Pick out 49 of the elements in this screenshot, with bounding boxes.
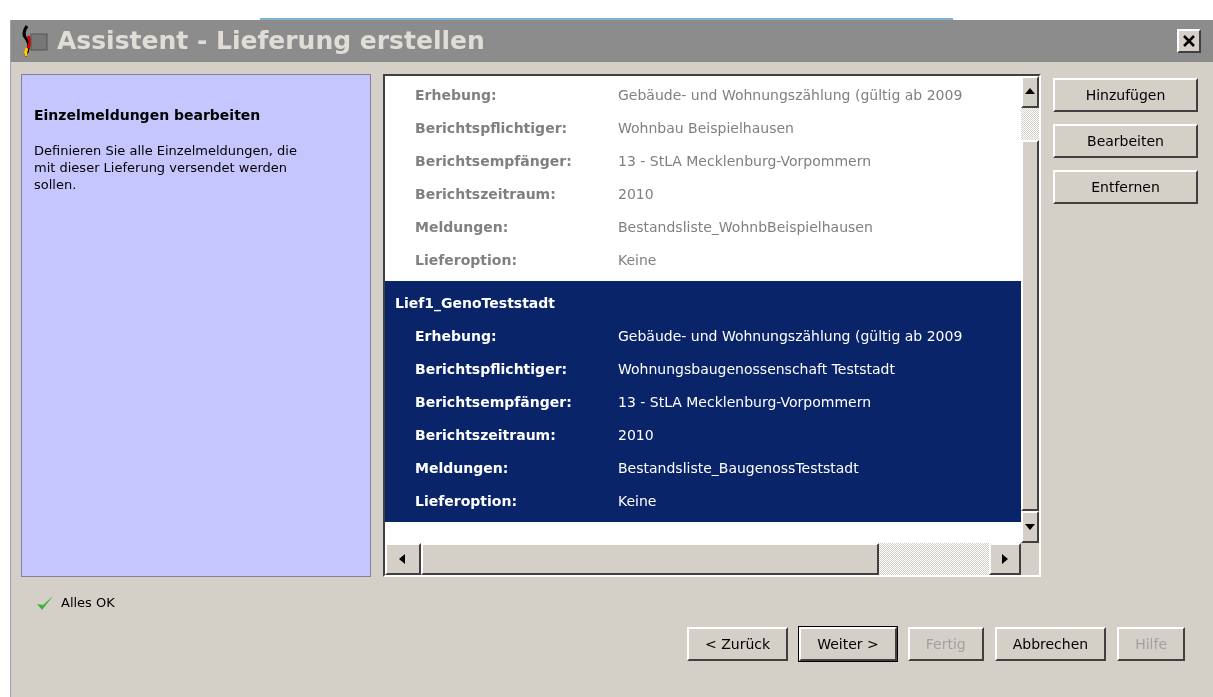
close-button[interactable]	[1177, 29, 1201, 53]
field-value: 13 - StLA Mecklenburg-Vorpommern	[618, 393, 872, 412]
field-label: Berichtspflichtiger:	[414, 360, 569, 379]
app-logo-icon	[19, 24, 49, 58]
scroll-up-button[interactable]	[1021, 76, 1039, 108]
field-label: Berichtszeitraum:	[414, 426, 557, 445]
scroll-thumb[interactable]	[1021, 140, 1039, 511]
field-value: Keine	[618, 492, 657, 511]
field-value: 13 - StLA Mecklenburg-Vorpommern	[618, 152, 872, 171]
window-title: Assistent - Lieferung erstellen	[57, 25, 486, 58]
field-label: Lieferoption:	[414, 492, 519, 511]
field-value: Wohnbau Beispielhausen	[618, 119, 794, 138]
scroll-right-button[interactable]	[989, 543, 1021, 575]
field-label: Erhebung:	[414, 327, 498, 346]
scroll-thumb[interactable]	[421, 543, 879, 575]
field-value: Bestandsliste_BaugenossTeststadt	[618, 459, 859, 478]
field-value: Keine	[618, 251, 657, 270]
checkmark-icon	[35, 594, 55, 612]
nav-button[interactable]: Weiter >	[799, 627, 897, 661]
side-button[interactable]: Bearbeiten	[1053, 124, 1198, 158]
field-value: Wohnungsbaugenossenschaft Teststadt	[618, 360, 895, 379]
field-label: Berichtsempfänger:	[414, 152, 573, 171]
delivery-entry[interactable]	[385, 281, 1021, 522]
scroll-down-button[interactable]	[1021, 511, 1039, 543]
field-label: Berichtsempfänger:	[414, 393, 573, 412]
delivery-name: Lief1_GenoTeststadt	[394, 294, 556, 314]
field-label: Berichtspflichtiger:	[414, 119, 569, 138]
scrollbar-corner	[1021, 543, 1039, 575]
nav-button[interactable]: < Zurück	[687, 627, 789, 661]
scroll-left-button[interactable]	[385, 543, 421, 575]
side-button[interactable]: Entfernen	[1053, 170, 1198, 204]
field-label: Lieferoption:	[414, 251, 519, 270]
field-value: Gebäude- und Wohnungszählung (gültig ab 2009	[618, 86, 963, 105]
horizontal-scrollbar[interactable]	[385, 543, 1021, 575]
field-value: 2010	[618, 426, 654, 445]
vertical-scrollbar[interactable]	[1021, 76, 1039, 543]
field-label: Meldungen:	[414, 459, 510, 478]
nav-button[interactable]: Abbrechen	[994, 627, 1107, 661]
status-text: Alles OK	[61, 594, 115, 613]
field-value: 2010	[618, 185, 654, 204]
side-button[interactable]: Hinzufügen	[1053, 78, 1198, 112]
panel-heading: Einzelmeldungen bearbeiten	[34, 106, 262, 125]
field-label: Berichtszeitraum:	[414, 185, 557, 204]
field-value: Gebäude- und Wohnungszählung (gültig ab 2009	[618, 327, 963, 346]
field-value: Bestandsliste_WohnbBeispielhausen	[618, 218, 873, 237]
field-label: Erhebung:	[414, 86, 498, 105]
field-label: Meldungen:	[414, 218, 510, 237]
panel-description: Definieren Sie alle Einzelmeldungen, die mit dieser Lieferung versendet werden sollen.	[34, 142, 298, 193]
close-icon	[1182, 34, 1196, 48]
